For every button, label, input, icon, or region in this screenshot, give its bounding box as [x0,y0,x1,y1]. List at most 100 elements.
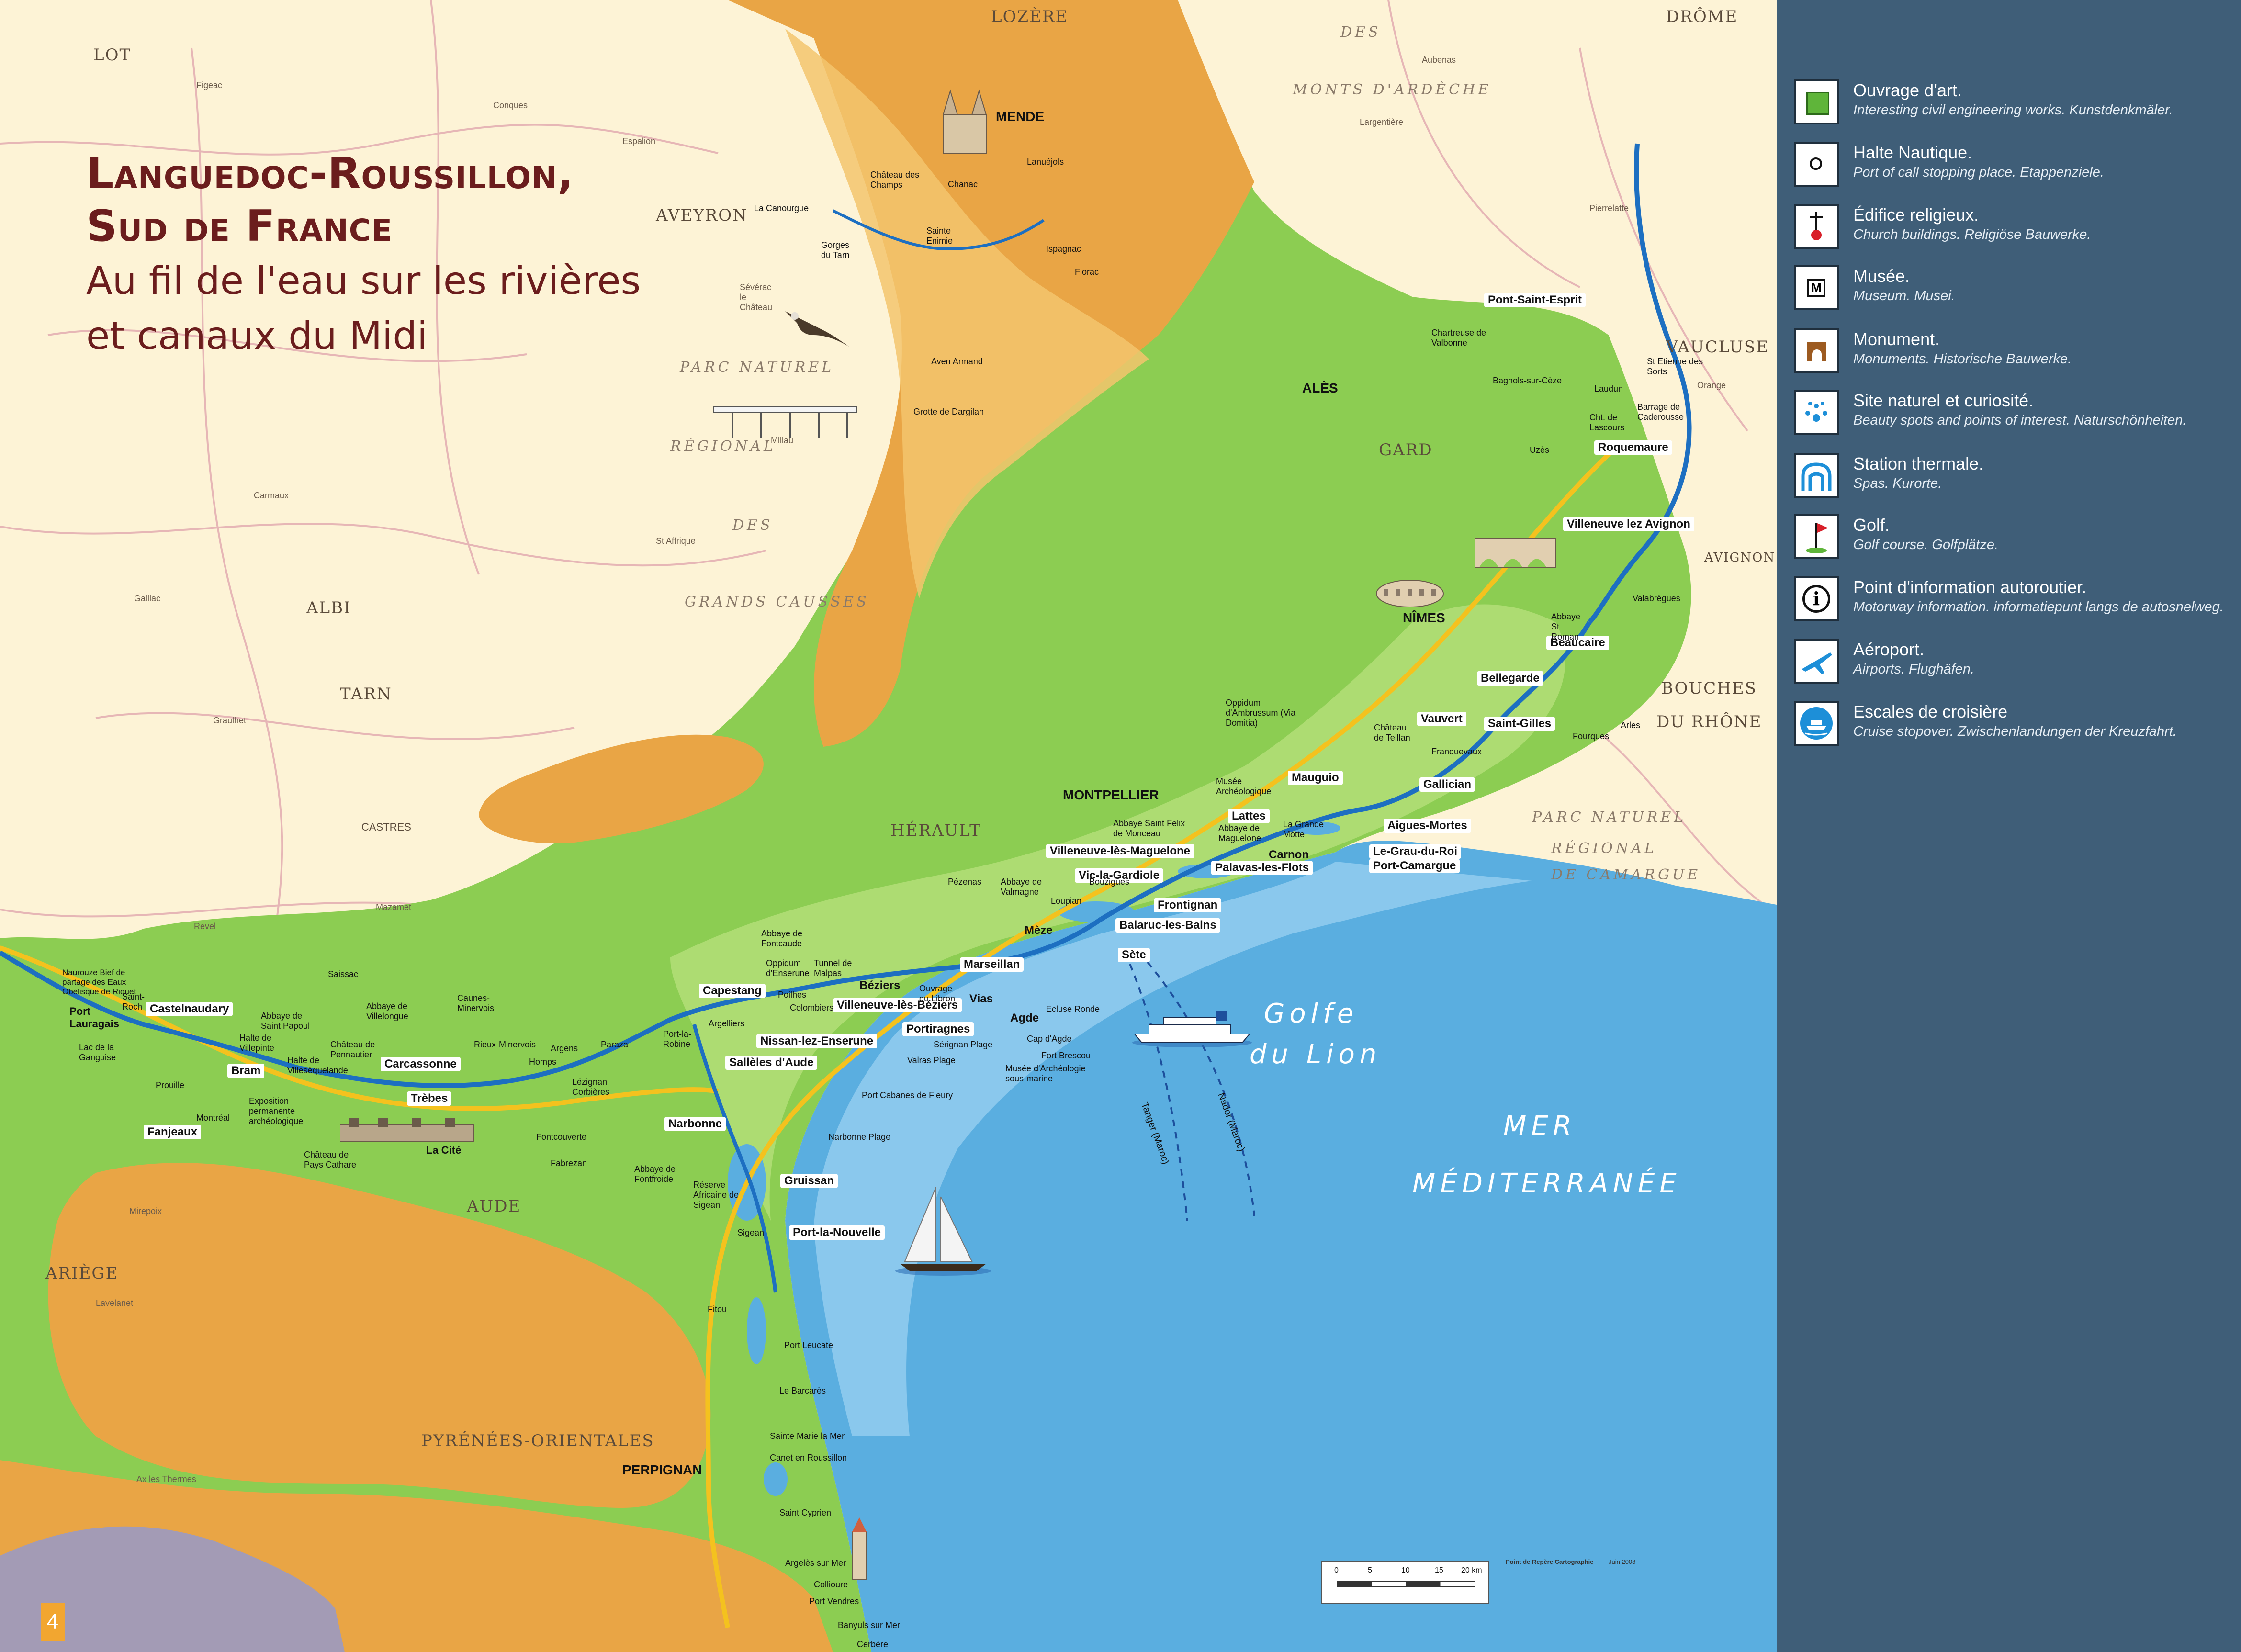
legend-item-aeroport: Aéroport. Airports. Flughäfen. [1786,636,2227,688]
label-barcares: Le Barcarès [779,1386,826,1395]
label-argeles: Argelès sur Mer [785,1558,846,1568]
city-carnon: Carnon [1269,848,1309,861]
region-parc-naturel: PARC NATUREL [680,359,834,376]
label-figeac: Figeac [196,80,223,90]
region-grands-causses: GRANDS CAUSSES [685,594,869,610]
label-abbaye-st-roman: Abbaye St Roman [1551,612,1581,641]
city-gallician: Gallician [1419,777,1475,792]
city-roquemaure: Roquemaure [1594,440,1672,455]
region-camargue: DE CAMARGUE [1551,866,1701,883]
city-vias: Vias [969,992,993,1005]
city-frontignan: Frontignan [1154,898,1222,912]
city-beziers: Béziers [859,979,901,992]
sea-mediterranee: MÉDITERRANÉE [1412,1168,1681,1199]
label-chanac: Chanac [948,180,978,189]
legend-item-edifice: Édifice religieux. Church buildings. Rel… [1786,201,2227,254]
label-pierrelatte: Pierrelatte [1589,203,1629,213]
region-drome: DRÔME [1666,7,1738,26]
label-reserve-sigean: Réserve Africaine de Sigean [693,1180,739,1210]
label-saint-roch: Saint-Roch [122,992,145,1011]
spa-icon [1794,453,1839,498]
label-florac: Florac [1075,267,1099,277]
label-bouzigues: Bouzigues [1089,877,1130,887]
city-montpellier: MONTPELLIER [1063,787,1159,802]
golf-flag-icon [1794,514,1839,559]
label-franquevaux: Franquevaux [1431,747,1482,756]
label-pezenas: Pézenas [948,877,982,887]
label-montreal: Montréal [196,1113,230,1123]
city-perpignan: PERPIGNAN [622,1462,702,1477]
scale-tick-5: 5 [1368,1566,1372,1574]
region-des: DES [732,517,773,534]
region-gard: GARD [1379,440,1433,460]
cathedral-illustration [942,89,987,154]
city-carcassonne: Carcassonne [381,1057,461,1071]
sea-golfe-2: du Lion [1250,1039,1382,1070]
label-arles: Arles [1621,720,1641,730]
region-lot: LOT [93,45,132,65]
city-capestang: Capestang [699,984,766,998]
city-nimes: NÎMES [1403,610,1445,625]
region-lozere: LOZÈRE [991,7,1069,26]
region-aude: AUDE [467,1197,521,1216]
map-area: Languedoc-Roussillon, Sud de France Au f… [0,0,1777,1652]
label-abbaye-valmagne: Abbaye de Valmagne [1001,877,1042,897]
pont-du-gard-illustration [1475,538,1556,568]
title-line4: et canaux du Midi [86,314,428,358]
city-sete: Sète [1118,948,1150,962]
label-lezignan: Lézignan Corbières [572,1077,610,1097]
city-agde: Agde [1010,1011,1039,1024]
label-la-canourgue: La Canourgue [754,203,809,213]
label-port-vendres: Port Vendres [809,1596,859,1606]
region-monts-ardeche: MONTS D'ARDÈCHE [1293,81,1492,98]
credit-line2: Juin 2008 [1609,1558,1636,1565]
region-vaucluse: VAUCLUSE [1666,337,1769,357]
label-exposition: Exposition permanente archéologique [249,1096,304,1126]
label-cerbere: Cerbère [857,1640,889,1649]
city-port-la-nouvelle: Port-la-Nouvelle [789,1225,885,1240]
label-abbaye-st-papoul: Abbaye de Saint Papoul [261,1011,310,1031]
label-colombiers: Colombiers [790,1003,834,1012]
label-valabregues: Valabrègues [1633,594,1680,603]
label-st-affrique: St Affrique [656,536,696,546]
cross-icon [1794,204,1839,249]
label-barrage: Barrage de Caderousse [1637,402,1684,422]
scale-tick-20: 20 km [1461,1566,1482,1574]
label-chartreuse: Chartreuse de Valbonne [1431,328,1486,348]
label-ispagnac: Ispagnac [1046,244,1081,254]
viaduct-illustration [713,406,857,438]
label-lavelanet: Lavelanet [96,1298,134,1308]
city-narbonne: Narbonne [664,1117,726,1131]
label-mirepoix: Mirepoix [129,1206,162,1216]
region-regional-2: RÉGIONAL [1551,840,1657,857]
label-port-leucate: Port Leucate [784,1340,833,1350]
label-tunnel-malpas: Tunnel de Malpas [814,958,852,978]
label-lascours: Cht. de Lascours [1589,413,1625,432]
label-ax: Ax les Thermes [136,1474,196,1484]
city-bellegarde: Bellegarde [1477,671,1543,686]
city-gruissan: Gruissan [780,1174,838,1188]
city-villeneuve-maguelone: Villeneuve-lès-Maguelone [1046,844,1194,858]
legend-item-croisiere: Escales de croisière Cruise stopover. Zw… [1786,698,2227,751]
city-mende: MENDE [996,109,1045,124]
cruise-ship-illustration [1132,1011,1252,1047]
label-narbonne-plage: Narbonne Plage [828,1132,891,1142]
label-lac-ganguise: Lac de la Ganguise [79,1043,116,1062]
city-mauguio: Mauguio [1288,771,1343,785]
arena-illustration [1376,580,1444,607]
city-pont-saint-esprit: Pont-Saint-Esprit [1484,293,1586,307]
label-paraza: Paraza [601,1040,629,1049]
region-aveyron: AVEYRON [656,206,748,225]
legend-item-golf: Golf. Golf course. Golfplätze. [1786,511,2227,564]
label-loupian: Loupian [1051,896,1082,906]
label-fort-brescou: Fort Brescou [1041,1051,1091,1060]
natural-site-icon [1794,390,1839,435]
label-st-etienne-sorts: St Etienne des Sorts [1647,357,1703,376]
city-bram: Bram [227,1064,265,1078]
region-herault: HÉRAULT [890,821,981,840]
collioure-illustration [852,1517,867,1580]
region-albi: ALBI [306,598,351,618]
label-homps: Homps [529,1057,557,1067]
label-musee-sous-marine: Musée d'Archéologie sous-marine [1005,1064,1086,1083]
label-bagnols: Bagnols-sur-Cèze [1493,376,1562,385]
